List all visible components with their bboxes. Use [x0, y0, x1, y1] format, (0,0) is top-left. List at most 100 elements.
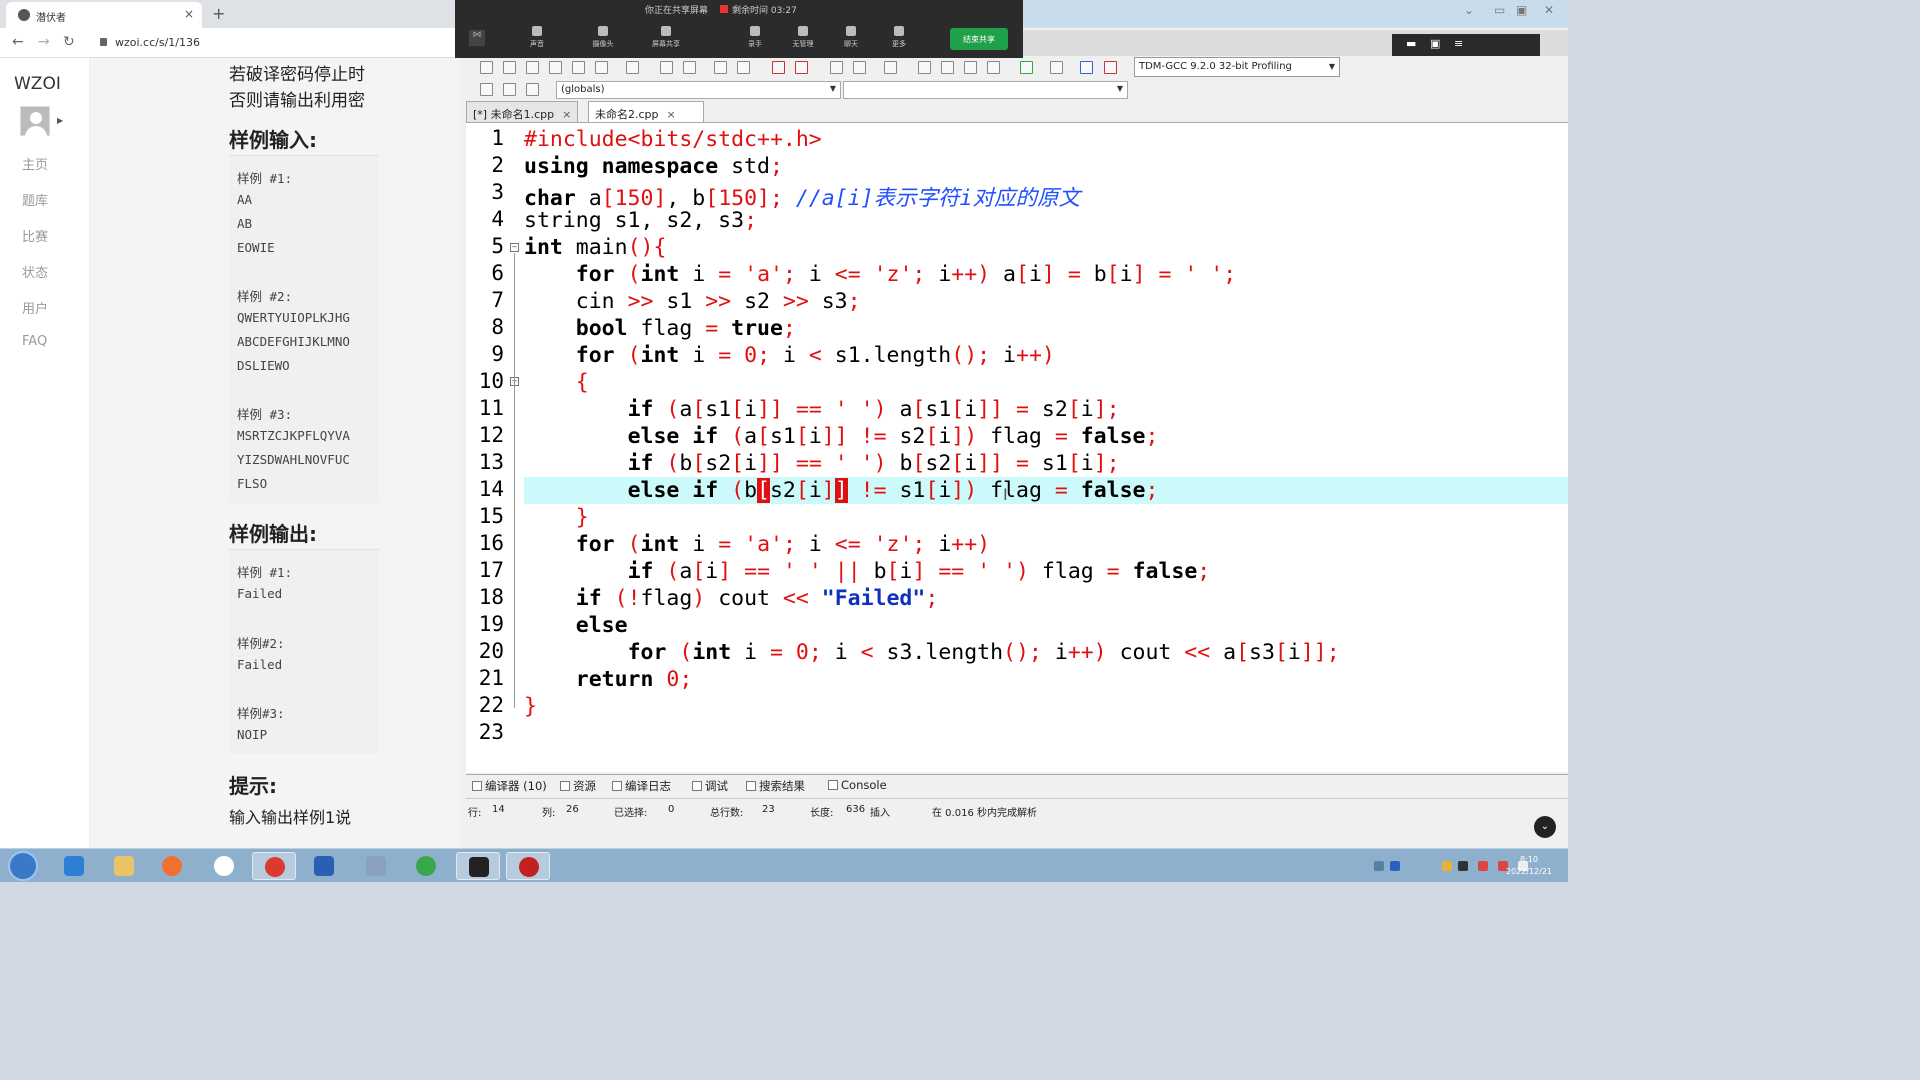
sidebar-item-contests[interactable]: 比赛: [22, 226, 48, 245]
indent-icon[interactable]: [714, 61, 727, 74]
url-field[interactable]: wzoi.cc/s/1/136: [100, 36, 200, 49]
tab-compile-log[interactable]: 编译日志: [612, 778, 671, 794]
minimize-icon[interactable]: ▬: [1406, 37, 1416, 50]
start-button[interactable]: [8, 851, 38, 881]
sidebar-item-problems[interactable]: 题库: [22, 190, 48, 209]
help-icon[interactable]: [1390, 861, 1400, 871]
clock[interactable]: 8:10 2022/12/21: [1506, 854, 1552, 878]
line-number: 12: [478, 423, 504, 447]
close-file-icon[interactable]: [572, 61, 585, 74]
code-line: }: [575, 505, 589, 530]
layout-icon[interactable]: [987, 61, 1000, 74]
layout-icon[interactable]: [964, 61, 977, 74]
devcpp-taskbar-icon[interactable]: [506, 852, 550, 880]
back-arrow-icon[interactable]: ←: [12, 34, 24, 50]
ie-taskbar-icon[interactable]: [52, 852, 96, 880]
class-icon[interactable]: [480, 83, 493, 96]
end-share-button[interactable]: 结束共享: [950, 28, 1008, 50]
chrome-taskbar-icon[interactable]: [252, 852, 296, 880]
system-tray: 8:10 2022/12/21: [1308, 849, 1568, 883]
save-all-icon[interactable]: [549, 61, 562, 74]
collapse-toolbar-icon[interactable]: ⋈: [469, 30, 485, 46]
tab-debug[interactable]: 调试: [692, 778, 728, 794]
forward-arrow-icon[interactable]: →: [38, 34, 50, 50]
raise-hand-button[interactable]: 录手: [735, 26, 775, 49]
restore-icon[interactable]: ▣: [1430, 37, 1440, 50]
audio-button[interactable]: 声音: [517, 26, 557, 49]
site-logo[interactable]: WZOI: [14, 74, 61, 94]
toggle-comment-icon[interactable]: [884, 61, 897, 74]
caret-right-icon[interactable]: ▶: [57, 116, 63, 125]
tray-icon[interactable]: [1374, 861, 1384, 871]
menu-icon[interactable]: ≡: [1454, 37, 1463, 50]
goto-icon[interactable]: [503, 83, 516, 96]
sample-label: 样例 #1:: [237, 565, 293, 580]
check-syntax-icon[interactable]: [1020, 61, 1033, 74]
scope-select[interactable]: (globals) ▼: [556, 81, 841, 99]
undo-icon[interactable]: [772, 61, 785, 74]
more-button[interactable]: 更多: [879, 26, 919, 49]
avatar[interactable]: [20, 106, 50, 138]
ie-green-taskbar-icon[interactable]: [404, 852, 448, 880]
print-icon[interactable]: [626, 61, 639, 74]
code-line: bool flag = true;: [575, 316, 796, 341]
new-file-icon[interactable]: [480, 61, 493, 74]
minimize-icon[interactable]: ▭: [1494, 3, 1505, 17]
stop-icon[interactable]: [1050, 61, 1063, 74]
close-tab-icon[interactable]: ×: [184, 7, 194, 21]
close-icon[interactable]: ×: [562, 108, 571, 121]
redo-icon[interactable]: [795, 61, 808, 74]
new-tab-button[interactable]: +: [212, 4, 225, 23]
collapse-icon[interactable]: ⌄: [1464, 3, 1474, 17]
close-icon[interactable]: ×: [667, 108, 676, 121]
save-icon[interactable]: [526, 61, 539, 74]
media-player-taskbar-icon[interactable]: [150, 852, 194, 880]
debug-icon[interactable]: [1104, 61, 1117, 74]
tab-resources[interactable]: 资源: [560, 778, 596, 794]
sidebar-item-faq[interactable]: FAQ: [22, 334, 47, 349]
browser-tab[interactable]: 潜伏者 ×: [6, 2, 202, 28]
tray-icon[interactable]: [1478, 861, 1488, 871]
status-col: 26: [566, 804, 579, 815]
tab-console[interactable]: Console: [828, 778, 887, 792]
open-icon[interactable]: [503, 61, 516, 74]
code-editor[interactable]: − − #include<bits/stdc++.h> using namesp…: [466, 122, 1568, 773]
member-select[interactable]: ▼: [843, 81, 1128, 99]
code-line: string s1, s2, s3;: [524, 208, 758, 233]
compiler-select[interactable]: TDM-GCC 9.2.0 32-bit Profiling ▼: [1134, 57, 1340, 77]
tab-unnamed2[interactable]: 未命名2.cpp ×: [588, 101, 704, 122]
tab-unnamed1[interactable]: [*] 未命名1.cpp ×: [466, 101, 579, 122]
sidebar-item-status[interactable]: 状态: [22, 262, 48, 281]
app-taskbar-icon[interactable]: [354, 852, 398, 880]
layout-icon[interactable]: [918, 61, 931, 74]
members-button[interactable]: 无管理: [783, 26, 823, 49]
explorer-taskbar-icon[interactable]: [102, 852, 146, 880]
replace-icon[interactable]: [683, 61, 696, 74]
screen-share-button[interactable]: 屏幕共享: [646, 26, 686, 49]
tab-compiler[interactable]: 编译器 (10): [472, 778, 547, 794]
terminal-taskbar-icon[interactable]: [456, 852, 500, 880]
meeting-app-taskbar-icon[interactable]: [202, 852, 246, 880]
chevron-down-icon[interactable]: ⌄: [1534, 816, 1556, 838]
sidebar-item-home[interactable]: 主页: [22, 154, 48, 173]
close-all-icon[interactable]: [595, 61, 608, 74]
word-taskbar-icon[interactable]: [302, 852, 346, 880]
bookmark-icon[interactable]: [526, 83, 539, 96]
tab-search-results[interactable]: 搜索结果: [746, 778, 805, 794]
camera-button[interactable]: 摄像头: [583, 26, 623, 49]
unindent-icon[interactable]: [737, 61, 750, 74]
mail-icon[interactable]: [1458, 861, 1468, 871]
find-icon[interactable]: [660, 61, 673, 74]
close-icon[interactable]: ✕: [1544, 3, 1554, 17]
forward-icon[interactable]: [853, 61, 866, 74]
back-icon[interactable]: [830, 61, 843, 74]
profile-chart-icon[interactable]: [1080, 61, 1093, 74]
sidebar-item-users[interactable]: 用户: [22, 298, 48, 317]
reload-icon[interactable]: ↻: [63, 34, 75, 50]
restore-icon[interactable]: ▣: [1516, 3, 1527, 17]
layout-icon[interactable]: [941, 61, 954, 74]
tray-icon[interactable]: [1442, 861, 1452, 871]
browser-tab-title: 潜伏者: [36, 13, 66, 24]
line-number: 15: [478, 504, 504, 528]
chat-button[interactable]: 聊天: [831, 26, 871, 49]
